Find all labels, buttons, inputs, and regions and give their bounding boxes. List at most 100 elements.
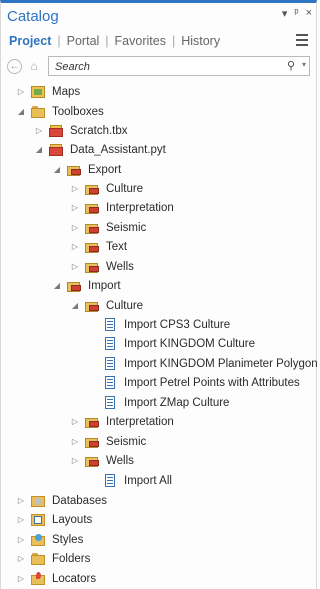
tree-item[interactable]: ▷ Seismic (70, 432, 146, 451)
tree-item-label: Culture (106, 299, 144, 312)
tree-item-label: Import ZMap Culture (124, 396, 230, 409)
tree-item-label: Import (88, 279, 121, 292)
expand-arrow-icon[interactable]: ▷ (70, 417, 80, 427)
tree-item[interactable]: ◢ Export (52, 160, 121, 179)
toolbox-icon (49, 124, 64, 138)
options-caret-icon[interactable]: ▾ (282, 7, 288, 20)
tool-item[interactable]: Import CPS3 Culture (88, 315, 230, 334)
toolset-icon (85, 201, 100, 215)
tool-item[interactable]: Import KINGDOM Planimeter Polygon (88, 354, 318, 373)
tree-item[interactable]: ▷ Folders (16, 549, 90, 568)
home-icon[interactable]: ⌂ (26, 58, 42, 74)
tree-item-label: Import All (124, 474, 172, 487)
script-icon (103, 375, 118, 390)
tree-item-label: Databases (52, 494, 107, 507)
tree-item[interactable]: ◢ Data_Assistant.pyt (34, 140, 166, 159)
expand-arrow-icon[interactable]: ▷ (34, 126, 44, 136)
expand-arrow-icon[interactable]: ▷ (70, 184, 80, 194)
tree-item[interactable]: ▷ Text (70, 237, 127, 256)
tool-item[interactable]: Import All (88, 471, 172, 490)
script-icon (103, 395, 118, 410)
expand-arrow-icon[interactable]: ▷ (16, 515, 26, 525)
title-controls: ▾ ᵖ × (282, 7, 312, 20)
expand-arrow-icon[interactable]: ▷ (16, 574, 26, 584)
tree-item-label: Seismic (106, 435, 147, 448)
toolset-icon (67, 163, 82, 177)
tree-item[interactable]: ▷ Maps (16, 82, 80, 101)
toolset-icon (85, 415, 100, 429)
tree-item-label: Maps (52, 85, 81, 98)
pin-icon[interactable]: ᵖ (294, 7, 298, 20)
expand-arrow-icon[interactable]: ▷ (16, 496, 26, 506)
tab-favorites[interactable]: Favorites (115, 34, 166, 48)
toolbox-icon (49, 143, 64, 157)
tree-item[interactable]: ▷ Locators (16, 569, 96, 588)
expand-arrow-icon[interactable]: ▷ (16, 535, 26, 545)
tree-item[interactable]: ▷ Layouts (16, 510, 92, 529)
tree-item[interactable]: ▷ Wells (70, 257, 134, 276)
tree-item[interactable]: ▷ Styles (16, 530, 83, 549)
collapse-arrow-icon[interactable]: ◢ (70, 301, 80, 311)
tree-item-label: Interpretation (106, 201, 174, 214)
tool-item[interactable]: Import ZMap Culture (88, 393, 229, 412)
tree-item[interactable]: ▷ Databases (16, 491, 107, 510)
expand-arrow-icon[interactable]: ▷ (16, 87, 26, 97)
back-icon[interactable]: ← (7, 58, 22, 74)
tool-item[interactable]: Import Petrel Points with Attributes (88, 373, 300, 392)
collapse-arrow-icon[interactable]: ◢ (52, 165, 62, 175)
folder-icon (31, 552, 46, 566)
close-icon[interactable]: × (306, 7, 312, 20)
tree-item[interactable]: ▷ Wells (70, 451, 134, 470)
search-icon[interactable]: ⚲ (287, 59, 295, 72)
locator-icon (31, 571, 46, 586)
tree-item[interactable]: ◢ Toolboxes (16, 102, 104, 121)
tab-portal[interactable]: Portal (67, 34, 100, 48)
expand-arrow-icon[interactable]: ▷ (70, 262, 80, 272)
tree-item-label: Import Petrel Points with Attributes (124, 376, 300, 389)
tool-item[interactable]: Import KINGDOM Culture (88, 334, 255, 353)
tab-divider: | (105, 34, 109, 48)
tree-item-label: Culture (106, 182, 144, 195)
toolset-icon (67, 279, 82, 293)
search-row: ← ⌂ ⚲ ▾ (1, 53, 316, 79)
tab-history[interactable]: History (181, 34, 220, 48)
map-icon (31, 85, 46, 99)
expand-arrow-icon[interactable]: ▷ (70, 203, 80, 213)
expand-arrow-icon[interactable]: ▷ (70, 456, 80, 466)
script-icon (103, 317, 118, 332)
tree-item-label: Wells (106, 454, 134, 467)
tree-item[interactable]: ◢ Culture (70, 296, 143, 315)
tree-item-label: Seismic (106, 221, 147, 234)
search-input[interactable] (49, 58, 276, 76)
tree-item[interactable]: ▷ Culture (70, 179, 143, 198)
pane-title: Catalog (7, 7, 59, 25)
toolset-icon (85, 299, 100, 313)
tree-item[interactable]: ▷ Interpretation (70, 412, 174, 431)
toolset-icon (85, 435, 100, 449)
tree-item-label: Wells (106, 260, 134, 273)
search-options-icon[interactable]: ▾ (302, 60, 306, 69)
tree-item-label: Import KINGDOM Culture (124, 337, 255, 350)
menu-icon[interactable] (296, 34, 308, 49)
tree-item[interactable]: ▷ Seismic (70, 218, 146, 237)
tab-project[interactable]: Project (9, 34, 51, 48)
tree-item-label: Export (88, 163, 122, 176)
tree-item-label: Toolboxes (52, 105, 104, 118)
expand-arrow-icon[interactable]: ▷ (70, 223, 80, 233)
collapse-arrow-icon[interactable]: ◢ (16, 107, 26, 117)
expand-arrow-icon[interactable]: ▷ (16, 554, 26, 564)
tree-item-label: Data_Assistant.pyt (70, 143, 166, 156)
tree-item-label: Styles (52, 533, 84, 546)
collapse-arrow-icon[interactable]: ◢ (34, 145, 44, 155)
tree-item[interactable]: ▷ Interpretation (70, 198, 174, 217)
tree-item[interactable]: ◢ Import (52, 276, 121, 295)
layout-icon (31, 513, 46, 527)
tree-item[interactable]: ▷ Scratch.tbx (34, 121, 128, 140)
expand-arrow-icon[interactable]: ▷ (70, 437, 80, 447)
expand-arrow-icon[interactable]: ▷ (70, 242, 80, 252)
collapse-arrow-icon[interactable]: ◢ (52, 281, 62, 291)
